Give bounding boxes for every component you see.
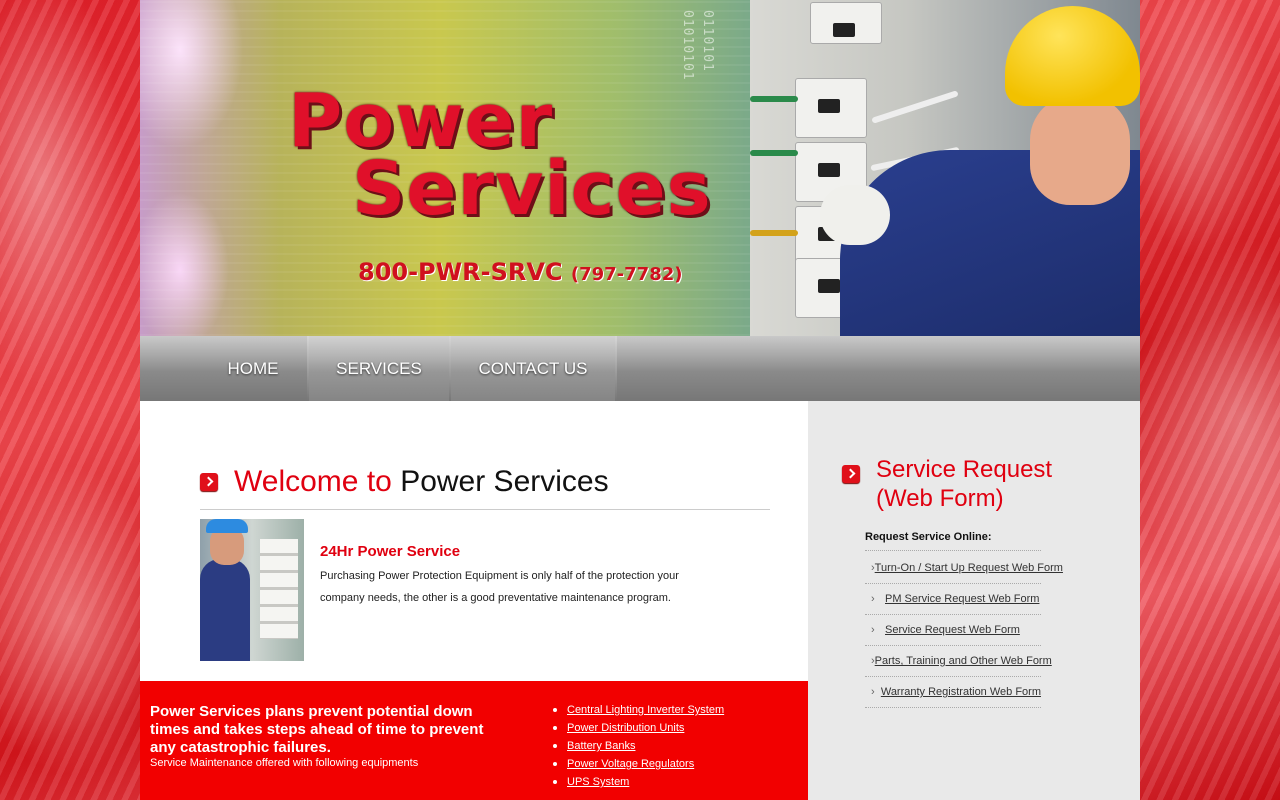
service-description: Purchasing Power Protection Equipment is… xyxy=(320,570,679,604)
wire-image xyxy=(871,90,959,124)
welcome-heading-black: Power Services xyxy=(400,465,609,498)
equipment-list: Central Lighting Inverter System Power D… xyxy=(553,701,724,791)
bullet-icon xyxy=(553,780,557,784)
page-container: 01010101 0110101 Power Services 800-PWR-… xyxy=(140,0,1140,800)
banner-binary-text: 01010101 xyxy=(680,10,695,81)
phone-digits: (797-7782) xyxy=(570,264,683,285)
equipment-link[interactable]: Battery Banks xyxy=(567,737,635,755)
chevron-right-icon: › xyxy=(871,686,875,698)
bullet-icon xyxy=(553,726,557,730)
phone-number: 800-PWR-SRVC (797-7782) xyxy=(358,258,682,286)
request-link-service[interactable]: Service Request Web Form xyxy=(885,624,1020,636)
list-item: › Service Request Web Form xyxy=(865,615,1041,646)
bullet-icon xyxy=(553,744,557,748)
wire-image xyxy=(750,230,798,236)
technician-thumbnail xyxy=(200,519,304,661)
sidebar-title: Service Request (Web Form) xyxy=(876,456,1053,512)
nav-divider xyxy=(615,336,617,401)
equipment-link[interactable]: Central Lighting Inverter System xyxy=(567,701,724,719)
request-link-warranty[interactable]: Warranty Registration Web Form xyxy=(881,686,1041,698)
divider xyxy=(200,509,770,510)
divider xyxy=(865,550,1041,551)
promo-band: Power Services plans prevent potential d… xyxy=(140,681,810,800)
nav-home[interactable]: HOME xyxy=(200,336,306,401)
list-item: Power Distribution Units xyxy=(553,719,724,737)
list-item: › Parts, Training and Other Web Form xyxy=(865,646,1052,677)
equipment-link[interactable]: UPS System xyxy=(567,773,629,791)
bullet-icon xyxy=(553,708,557,712)
equipment-link[interactable]: Power Voltage Regulators xyxy=(567,755,694,773)
request-link-turn-on[interactable]: Turn-On / Start Up Request Web Form xyxy=(875,562,1063,574)
brand-logo: Power Services xyxy=(288,84,712,226)
list-item: › PM Service Request Web Form xyxy=(865,584,1041,615)
breaker-image xyxy=(810,2,882,44)
header-banner: 01010101 0110101 Power Services 800-PWR-… xyxy=(140,0,1140,336)
list-item: Power Voltage Regulators xyxy=(553,755,724,773)
breaker-image xyxy=(795,78,867,138)
chevron-right-icon: › xyxy=(871,562,875,574)
promo-headline: Power Services plans prevent potential d… xyxy=(150,703,484,756)
promo-subtext: Service Maintenance offered with followi… xyxy=(150,757,419,769)
list-item: Central Lighting Inverter System xyxy=(553,701,724,719)
chevron-right-icon: › xyxy=(871,624,875,636)
thumbnail-body xyxy=(200,559,250,661)
equipment-link[interactable]: Power Distribution Units xyxy=(567,719,684,737)
phone-vanity: 800-PWR-SRVC xyxy=(358,258,563,286)
banner-binary-text: 0110101 xyxy=(700,10,715,72)
thumbnail-cap xyxy=(206,519,248,533)
chevron-right-icon: › xyxy=(871,655,875,667)
list-item: › Warranty Registration Web Form xyxy=(865,677,1041,708)
request-label: Request Service Online: xyxy=(865,531,992,543)
arrow-right-icon xyxy=(842,465,860,483)
worker-head-image xyxy=(1030,95,1130,205)
sidebar: Service Request (Web Form) Request Servi… xyxy=(808,401,1140,800)
bullet-icon xyxy=(553,762,557,766)
nav-services[interactable]: SERVICES xyxy=(309,336,449,401)
brand-line-2: Services xyxy=(352,146,712,232)
list-item: › Turn-On / Start Up Request Web Form xyxy=(865,553,1063,584)
list-item: Battery Banks xyxy=(553,737,724,755)
request-link-pm-service[interactable]: PM Service Request Web Form xyxy=(885,593,1039,605)
arrow-right-icon xyxy=(200,473,218,491)
request-links: › Turn-On / Start Up Request Web Form › PM… xyxy=(865,553,1063,708)
list-item: UPS System xyxy=(553,773,724,791)
welcome-heading-red: Welcome to xyxy=(234,465,392,498)
glove-image xyxy=(820,185,890,245)
main-content: Welcome to Power Services 24Hr Power Ser… xyxy=(140,401,808,681)
nav-contact-us[interactable]: CONTACT US xyxy=(451,336,615,401)
welcome-heading: Welcome to Power Services xyxy=(200,465,609,499)
main-nav: HOME SERVICES CONTACT US xyxy=(140,336,1140,401)
service-title: 24Hr Power Service xyxy=(320,543,461,560)
thumbnail-panel xyxy=(260,539,298,639)
wire-image xyxy=(750,150,798,156)
wire-image xyxy=(750,96,798,102)
chevron-right-icon: › xyxy=(871,593,875,605)
request-link-parts[interactable]: Parts, Training and Other Web Form xyxy=(875,655,1052,667)
sidebar-heading: Service Request (Web Form) xyxy=(842,455,1076,513)
